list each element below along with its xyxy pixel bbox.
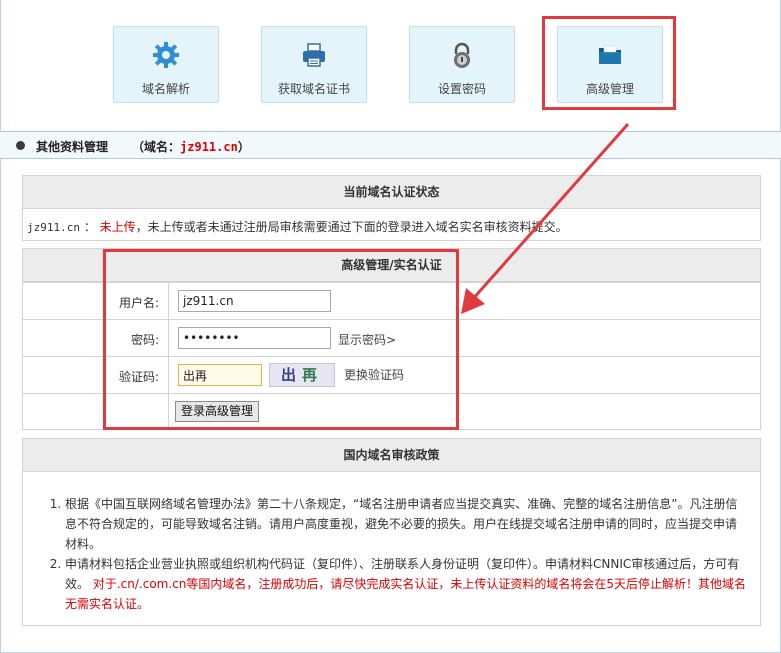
policy-item: 申请材料包括企业营业执照或组织机构代码证（复印件）、注册联系人身份证明（复印件）… [65,554,746,614]
dns-resolve-button[interactable]: 域名解析 [113,26,219,103]
tool-label: 域名解析 [141,82,190,96]
section-domain: （域名：jz911.cn） [132,140,250,154]
bullet-icon [16,141,25,150]
policy-warning: 对于.cn/.com.cn等国内域名，注册成功后，请尽快完成实名认证，未上传认证… [65,577,747,611]
domain-value: jz911.cn [180,140,238,154]
status-colon: ： [83,220,96,234]
policy-item: 根据《中国互联网络域名管理办法》第二十八条规定，“域名注册申请者应当提交真实、准… [65,494,746,554]
status-message: ，未上传或者未通过注册局审核需要通过下面的登录进入域名实名审核资料提交。 [135,220,568,234]
status-panel: 当前域名认证状态 jz911.cn ： 未上传，未上传或者未通过注册局审核需要通… [22,175,761,241]
status-header: 当前域名认证状态 [23,176,760,209]
lock-icon [454,42,470,68]
policy-header: 国内域名审核政策 [23,439,760,472]
tool-label: 获取域名证书 [277,82,350,96]
printer-icon [303,43,325,67]
tool-label: 设置密码 [437,82,486,96]
status-state: 未上传 [99,220,136,234]
status-line: jz911.cn ： 未上传，未上传或者未通过注册局审核需要通过下面的登录进入域… [27,218,568,235]
set-password-button[interactable]: 设置密码 [409,26,515,103]
section-header: 其他资料管理 （域名：jz911.cn） [0,131,781,159]
highlight-box-advanced [542,16,676,110]
highlight-box-login [103,249,459,430]
get-certificate-button[interactable]: 获取域名证书 [261,26,367,103]
section-title: 其他资料管理 [36,140,109,154]
policy-panel: 国内域名审核政策 根据《中国互联网络域名管理办法》第二十八条规定，“域名注册申请… [22,438,761,626]
status-domain: jz911.cn [27,221,80,234]
gear-icon [153,42,179,68]
